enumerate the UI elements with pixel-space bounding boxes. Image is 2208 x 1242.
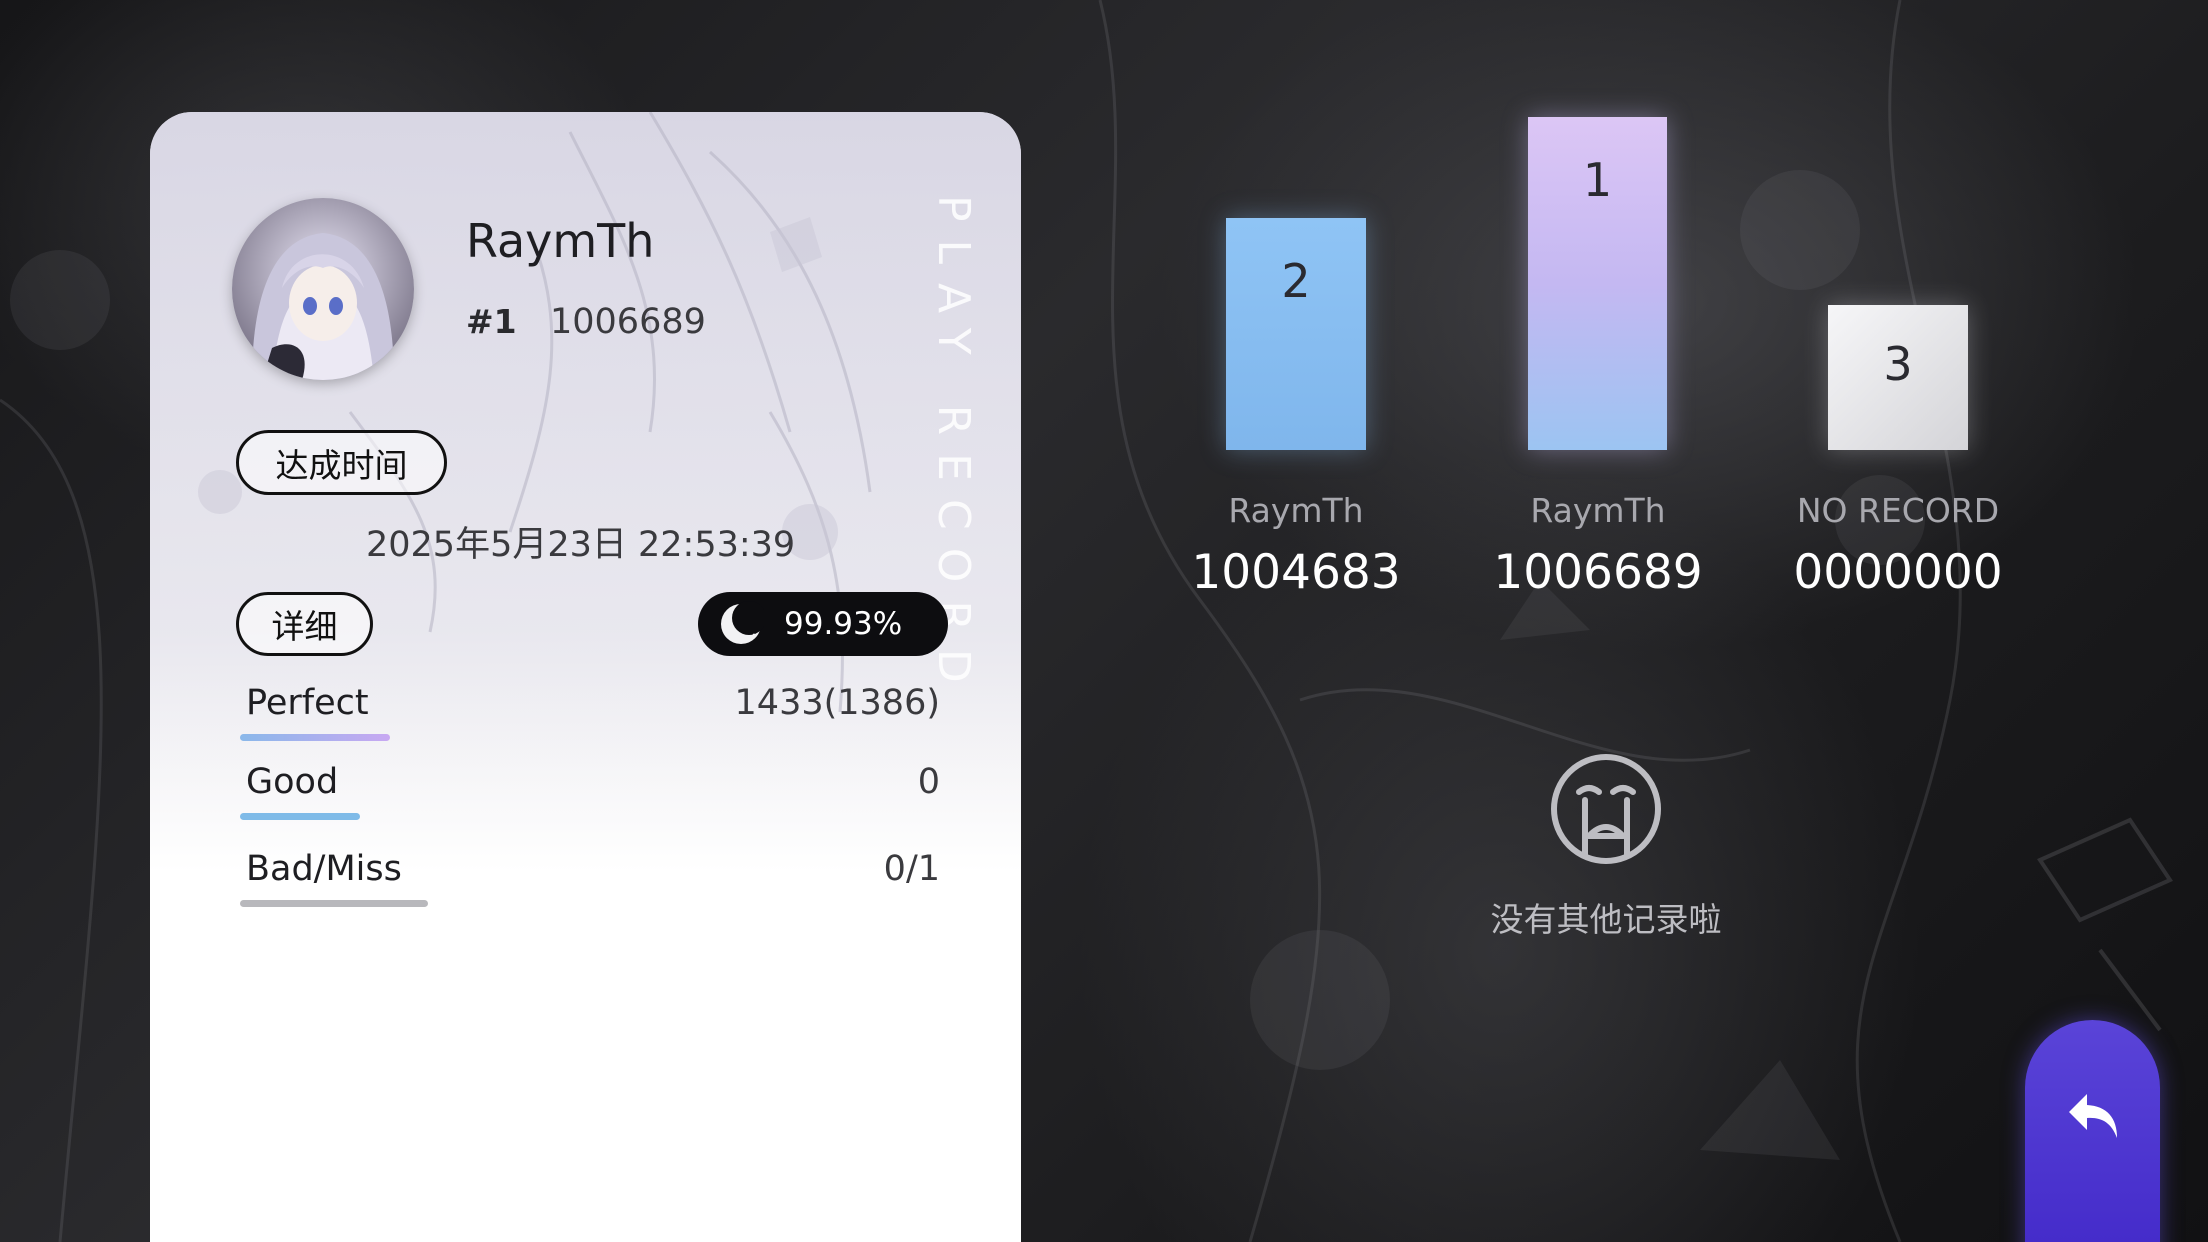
no-other-records-message: 没有其他记录啦	[1490, 900, 1722, 939]
rank-label: #1	[466, 302, 517, 341]
judgement-label-good: Good	[246, 762, 339, 802]
judgement-value-badmiss: 0/1	[883, 849, 940, 889]
podium-second[interactable]: 2	[1226, 218, 1366, 450]
play-record-screen: PLAY RECORD RaymTh #1 1006689 达成时间 2025年…	[0, 0, 2208, 1242]
accuracy-badge: 99.93%	[698, 592, 948, 656]
achieve-time-value: 2025年5月23日 22:53:39	[366, 525, 796, 565]
podium-place-second: 2	[1281, 254, 1311, 308]
judgement-label-badmiss: Bad/Miss	[246, 849, 402, 889]
judgement-label-perfect: Perfect	[246, 683, 369, 723]
judgement-value-good: 0	[917, 762, 940, 802]
crying-face-icon	[1551, 754, 1661, 864]
podium-place-third: 3	[1883, 337, 1913, 391]
back-button[interactable]	[2025, 1020, 2160, 1242]
podium-place-first: 1	[1582, 153, 1613, 207]
moon-icon	[721, 601, 764, 644]
podium-name-second: RaymTh	[1228, 491, 1364, 530]
podium-score-third: 0000000	[1793, 545, 2003, 600]
judgement-bar-perfect	[240, 734, 390, 741]
podium-score-first: 1006689	[1493, 545, 1703, 600]
judgement-value-perfect: 1433(1386)	[734, 683, 940, 723]
judgement-bar-good	[240, 813, 360, 820]
podium-first[interactable]: 1	[1528, 117, 1667, 450]
podium-name-first: RaymTh	[1530, 491, 1666, 530]
judgement-bar-badmiss	[240, 900, 428, 907]
detail-button[interactable]: 详细	[236, 592, 373, 656]
podium-name-third: NO RECORD	[1796, 491, 2000, 530]
podium-score-second: 1004683	[1191, 545, 1401, 600]
best-score: 1006689	[550, 302, 706, 342]
achieve-time-button[interactable]: 达成时间	[236, 430, 447, 495]
back-arrow-icon	[2068, 1094, 2117, 1138]
player-name: RaymTh	[466, 214, 655, 268]
avatar[interactable]	[232, 198, 414, 380]
accuracy-value: 99.93%	[784, 606, 903, 642]
avatar-image	[232, 198, 414, 380]
podium-third[interactable]: 3	[1828, 305, 1968, 450]
